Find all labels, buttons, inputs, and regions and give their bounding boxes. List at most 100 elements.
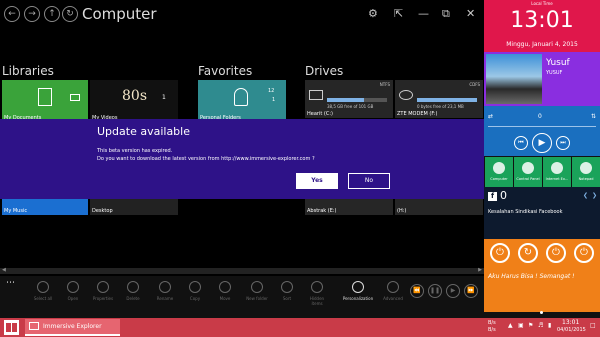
disc-drive-icon [399,90,413,100]
media-pause-icon[interactable]: ❚❚ [428,284,442,298]
play-icon[interactable]: ▶ [532,133,552,153]
drive-f[interactable]: CDFS 0 bytes free of 23,1 MB ZTE MODEM (… [395,80,483,118]
volume-icon[interactable]: ♬ [538,322,543,329]
more-options-icon[interactable]: ⋯ [6,278,15,288]
quick-tile-internet-explorer[interactable]: Internet Ex... [543,157,571,187]
shutdown-icon[interactable]: ⏻ [490,243,510,263]
taskbar-app-immersive-explorer[interactable]: Immersive Explorer [25,319,120,336]
sleep-icon[interactable]: ⏻ [574,243,594,263]
facebook-prev-icon[interactable]: ❮ [583,192,588,199]
section-drives: Drives [305,64,344,78]
restart-icon[interactable]: ↻ [518,243,538,263]
quick-tile-computer[interactable]: Computer [485,157,513,187]
media-play-icon[interactable]: ▶ [446,284,460,298]
windows-logo-pane [12,323,17,332]
taskbar-time: 13:01 [562,319,580,326]
library-tile-documents[interactable]: My Documents [2,80,88,122]
scroll-left-icon[interactable]: ◀ [2,267,6,273]
start-button[interactable] [4,320,19,335]
drive-free-space: 0 bytes free of 23,1 MB [417,104,464,109]
library-tile-videos[interactable]: 80s 1 My Videos [90,80,178,122]
facebook-tile-header[interactable]: f 0 ❮ ❯ [484,187,600,207]
next-track-icon[interactable]: ⏭ [556,136,570,150]
appbar-advanced-button[interactable]: Advanced [380,279,406,317]
net-down-rate: B/s [488,327,496,333]
appbar-new-folder-button[interactable]: New folder [244,279,270,317]
appbar-copy-button[interactable]: Copy [182,279,208,317]
folder-icon [70,94,80,101]
yes-button[interactable]: Yes [296,173,338,189]
dialog-message-line1: This beta version has expired. [97,148,173,154]
album-art: 80s [122,88,147,104]
appbar-delete-button[interactable]: Delete [120,279,146,317]
quick-tile-notepad[interactable]: Notepad [572,157,600,187]
back-button[interactable]: ← [4,6,20,22]
scroll-right-icon[interactable]: ▶ [478,267,482,273]
tile-label: Desktop [92,208,113,214]
appbar-hidden-items-button[interactable]: Hidden items [304,279,330,317]
clock-time: 13:01 [510,8,574,33]
profile-username: YUSUF [546,70,563,76]
repeat-icon[interactable]: ⇄ [488,113,493,120]
drive-filesystem: CDFS [469,82,480,87]
profile-photo [486,54,542,104]
appbar-select-all-button[interactable]: Select all [30,279,56,317]
quick-tile-control-panel[interactable]: Control Panel [514,157,542,187]
network-icon[interactable]: ▣ [518,322,524,329]
notification-icon[interactable]: □ [590,322,596,329]
drive-e[interactable]: Abstrak (E:) [305,199,393,215]
taskbar-app-label: Immersive Explorer [43,323,102,330]
drive-name: Abstrak (E:) [307,208,337,214]
dialog-message-line2: Do you want to download the latest versi… [97,156,315,162]
flag-icon[interactable]: ⚑ [528,322,533,329]
appbar-properties-button[interactable]: Properties [90,279,116,317]
notepad-icon [580,162,592,174]
refresh-button[interactable]: ↻ [62,6,78,22]
minimize-icon[interactable]: — [418,7,429,20]
favorite-tile-personal[interactable]: 12 1 Personal Folders [198,80,286,122]
profile-tile[interactable]: Yusuf YUSUF [484,52,600,106]
drive-c[interactable]: NTFS 38,5 GB free of 101 GB Hearit (C:) [305,80,393,118]
power-tile: ⏻ ↻ ⏻ ⏻ [484,239,600,267]
battery-icon[interactable]: ▮ [548,322,551,329]
media-progress-bar[interactable] [488,126,596,127]
computer-icon [493,162,505,174]
media-next-icon[interactable]: ⏩ [464,284,478,298]
section-libraries: Libraries [2,64,54,78]
library-tile-music[interactable]: My Music [2,199,88,215]
drive-free-space: 38,5 GB free of 101 GB [327,104,374,109]
motto-tile: Aku Harus Bisa ! Semangat ! [484,267,600,314]
appbar-open-button[interactable]: Open [60,279,86,317]
clock-date: Minggu, Januari 4, 2015 [506,41,578,48]
drive-filesystem: NTFS [379,82,390,87]
documents-icon [38,88,52,106]
appbar-personalization-button[interactable]: Personalization [338,279,378,317]
restore-icon[interactable]: ⧉ [442,7,450,21]
logoff-icon[interactable]: ⏻ [546,243,566,263]
library-tile-desktop[interactable]: Desktop [90,199,178,215]
previous-track-icon[interactable]: ⏮ [514,136,528,150]
windows-logo-icon [6,323,11,332]
open-icon[interactable]: ⇱ [394,7,403,20]
drive-h[interactable]: (H:) [395,199,483,215]
close-icon[interactable]: ✕ [466,7,475,20]
update-dialog: Update available This beta version has e… [0,119,484,199]
media-prev-icon[interactable]: ⏪ [410,284,424,298]
gear-icon [522,162,534,174]
facebook-next-icon[interactable]: ❯ [592,192,597,199]
net-up-rate: B/s [488,320,496,326]
settings-icon[interactable]: ⚙ [368,7,378,20]
drive-usage-bar [417,98,477,102]
appbar-move-button[interactable]: Move [212,279,238,317]
appbar-sort-button[interactable]: Sort [274,279,300,317]
clock-tile[interactable]: Local Time 13:01 Minggu, Januari 4, 2015 [484,0,600,52]
forward-button[interactable]: → [24,6,40,22]
app-bar: ⋯ Select all Open Properties Delete Rena… [0,276,484,318]
appbar-rename-button[interactable]: Rename [152,279,178,317]
horizontal-scrollbar[interactable]: ◀ ▶ [0,267,484,274]
tile-label: My Music [4,208,28,214]
up-button[interactable]: ↑ [44,6,60,22]
no-button[interactable]: No [348,173,390,189]
tray-overflow-icon[interactable]: ▲ [508,322,513,329]
shuffle-icon[interactable]: ⇅ [591,113,596,120]
